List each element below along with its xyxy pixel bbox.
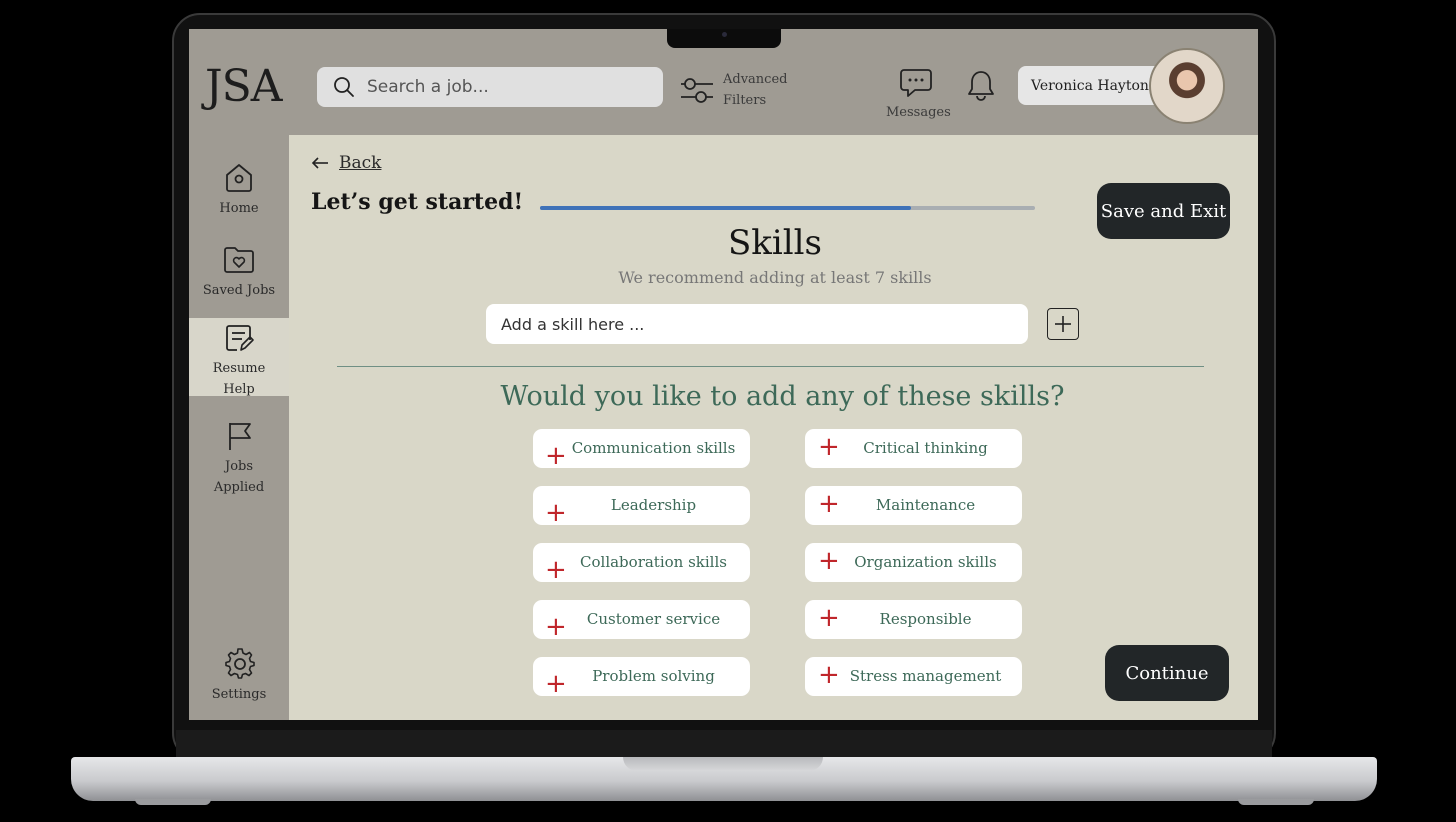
gear-icon — [225, 648, 255, 679]
sidebar-item-jobs-applied[interactable]: Jobs Applied — [189, 420, 289, 498]
sidebar-item-resume-help[interactable]: Resume Help — [189, 318, 289, 397]
add-skill-button[interactable] — [1047, 308, 1079, 340]
suggestion-heading: Would you like to add any of these skill… — [500, 381, 1065, 412]
user-menu[interactable]: Veronica Hayton — [1018, 66, 1168, 105]
skill-chip-label: Collaboration skills — [580, 553, 727, 571]
notifications-button[interactable] — [967, 69, 995, 105]
skill-chip-label: Communication skills — [571, 439, 736, 457]
search-input[interactable]: Search a job... — [367, 77, 489, 97]
skill-chip[interactable]: + Leadership — [533, 486, 750, 526]
skill-input[interactable]: Add a skill here ... — [486, 304, 1028, 344]
sidebar-item-label: Resume Help — [212, 361, 266, 397]
sidebar-item-label: Home — [219, 201, 259, 216]
skill-chip-label: Maintenance — [875, 496, 976, 514]
chat-bubble-icon — [900, 69, 932, 97]
plus-icon — [1055, 316, 1071, 332]
skill-chip[interactable]: + Problem solving — [533, 657, 750, 697]
laptop-hinge — [176, 730, 1272, 758]
sidebar-item-label: Saved Jobs — [202, 283, 276, 298]
back-label[interactable]: Back — [339, 153, 381, 173]
camera-notch — [667, 29, 781, 48]
advanced-filters-label: Advanced Filters — [723, 72, 788, 108]
recommendation-text: We recommend adding at least 7 skills — [618, 268, 932, 287]
skill-chip-label: Organization skills — [854, 553, 997, 571]
progress-fill — [540, 206, 912, 210]
progress-bar — [540, 206, 1035, 210]
laptop-foot — [135, 799, 211, 805]
skill-chip[interactable]: + Customer service — [533, 600, 750, 640]
skill-chip[interactable]: + Critical thinking — [805, 429, 1022, 468]
filter-sliders-icon — [681, 78, 713, 103]
sidebar-item-label: Jobs Applied — [213, 459, 265, 495]
camera-icon — [722, 32, 727, 37]
skill-chip[interactable]: + Maintenance — [805, 486, 1022, 525]
continue-button[interactable]: Continue — [1105, 645, 1229, 701]
laptop-foot — [1238, 799, 1314, 805]
page-title: Skills — [728, 223, 822, 263]
avatar[interactable] — [1149, 48, 1225, 124]
user-name: Veronica Hayton — [1031, 77, 1149, 94]
flag-icon — [229, 423, 251, 450]
advanced-filters-button[interactable]: Advanced Filters — [679, 69, 803, 111]
skill-chip-label: Leadership — [610, 496, 697, 514]
skill-chip[interactable]: + Communication skills — [533, 429, 750, 469]
intro-heading: Let’s get started! — [311, 189, 524, 215]
divider — [337, 366, 1204, 367]
search-icon — [334, 77, 354, 97]
search-bar[interactable]: Search a job... — [317, 67, 663, 107]
bell-icon — [968, 71, 994, 101]
skill-chip[interactable]: + Responsible — [805, 600, 1022, 639]
home-icon — [226, 164, 252, 192]
messages-button[interactable]: Messages — [886, 67, 951, 120]
sidebar-item-settings[interactable]: Settings — [189, 646, 289, 705]
skill-chip[interactable]: + Organization skills — [805, 543, 1022, 582]
skill-chip[interactable]: + Stress management — [805, 657, 1022, 696]
sidebar-item-label: Settings — [211, 687, 267, 702]
back-link[interactable]: Back — [311, 153, 381, 173]
skill-chip-label: Stress management — [849, 667, 1002, 685]
sidebar-item-saved-jobs[interactable]: Saved Jobs — [189, 244, 289, 301]
skill-chip[interactable]: + Collaboration skills — [533, 543, 750, 583]
screen: JSA Search a job... Advanced Filters Mes… — [189, 29, 1258, 720]
sidebar-item-home[interactable]: Home — [189, 162, 289, 219]
skill-chip-label: Problem solving — [592, 667, 715, 685]
skills-panel: Back Let’s get started! Save and Exit Sk… — [289, 135, 1258, 720]
skill-chip-label: Responsible — [879, 610, 972, 628]
laptop-base-notch — [623, 757, 823, 771]
skill-chip-label: Critical thinking — [863, 439, 988, 457]
app-logo[interactable]: JSA — [205, 65, 283, 109]
resume-icon — [226, 325, 254, 351]
skill-chip-label: Customer service — [586, 610, 721, 628]
saved-jobs-icon — [224, 247, 254, 273]
messages-label: Messages — [886, 105, 951, 120]
arrow-left-icon — [311, 157, 328, 169]
